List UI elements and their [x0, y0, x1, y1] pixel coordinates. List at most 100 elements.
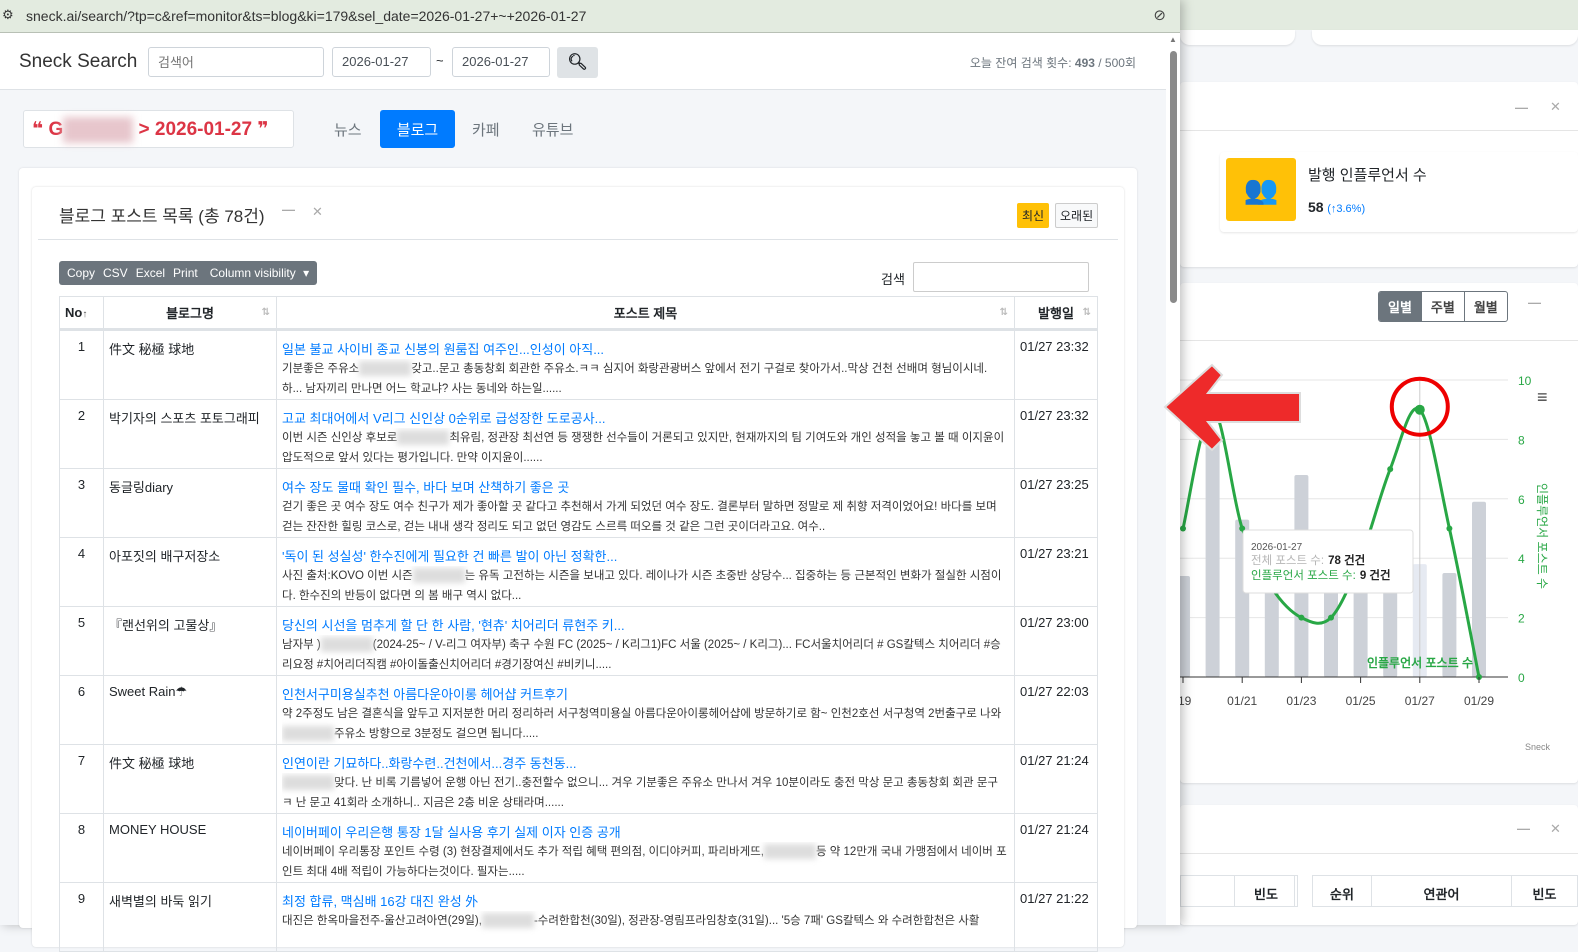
browser-bar — [1180, 0, 1578, 30]
row-no: 5 — [59, 606, 104, 676]
minimize-icon[interactable]: — — [282, 202, 295, 217]
table-row[interactable]: 4 아포짓의 배구저장소 '독이 된 성실성' 한수진에게 필요한 건 빠른 발이 … — [59, 537, 1098, 607]
scrollbar-thumb[interactable] — [1170, 51, 1177, 303]
table-search-input[interactable] — [913, 262, 1089, 292]
row-blog-name: 동글링diary — [103, 468, 277, 538]
blog-post-table: No↑ 블로그명 ⇅ 포스트 제목 ⇅ 발행일 ⇅ 1 件文 秘極 球地 일본 불교 사이… — [59, 296, 1098, 952]
row-blog-name: MONEY HOUSE — [103, 813, 277, 883]
data-point — [1446, 525, 1453, 532]
row-no: 8 — [59, 813, 104, 883]
post-title-link[interactable]: 당신의 시선을 멈추게 할 단 한 사람, '현츄' 치어리더 류현주 키... — [282, 615, 1009, 634]
tab-news[interactable]: 뉴스 — [320, 110, 376, 148]
post-title-link[interactable]: 일본 불교 사이비 종교 신봉의 원룸집 여주인...인성이 아직... — [282, 339, 1009, 358]
url-text[interactable]: sneck.ai/search/?tp=c&ref=monitor&ts=blo… — [26, 8, 586, 24]
row-blog-name: 박기자의 스포츠 포토그래피 — [103, 399, 277, 469]
row-post: 여수 장도 물때 확인 필수, 바다 보며 산책하기 좋은 곳걷기 좋은 곳 여… — [276, 468, 1015, 538]
summary-part: 기분좋은 주유소 — [282, 363, 360, 375]
address-bar[interactable]: ⚙ sneck.ai/search/?tp=c&ref=monitor&ts=b… — [0, 0, 1180, 33]
keyword-title: ❝ G > 2026-01-27 ❞ — [23, 110, 294, 148]
row-blog-name: 件文 秘極 球地 — [103, 744, 277, 814]
row-no: 1 — [59, 329, 104, 400]
column-visibility-button[interactable]: Column visibility ▾ — [202, 266, 313, 280]
post-title-link[interactable]: 인천서구미용실추천 아름다운아이롱 헤어샵 커트후기 — [282, 684, 1009, 703]
close-icon[interactable]: ✕ — [1550, 821, 1561, 837]
close-icon[interactable]: ✕ — [1550, 99, 1561, 115]
summary-part: 대진은 한옥마을전주-울산고려아연(29일), — [282, 915, 482, 927]
bar — [1324, 587, 1338, 677]
post-title-link[interactable]: 여수 장도 물때 확인 필수, 바다 보며 산책하기 좋은 곳 — [282, 477, 1009, 496]
tab-blog[interactable]: 블로그 — [380, 110, 455, 148]
eye-off-icon[interactable]: ⊘ — [1153, 6, 1166, 24]
print-button[interactable]: Print — [169, 266, 202, 280]
table-row[interactable]: 3 동글링diary 여수 장도 물때 확인 필수, 바다 보며 산책하기 좋은 곳… — [59, 468, 1098, 538]
data-point — [1387, 466, 1394, 473]
red-arrow-annotation — [1163, 363, 1301, 452]
table-row[interactable]: 5 『랜선위의 고물상』 당신의 시선을 멈추게 할 단 한 사람, '현츄' 치어… — [59, 606, 1098, 676]
row-date: 01/27 22:03 — [1014, 675, 1098, 745]
post-title-link[interactable]: 네이버페이 우리은행 통장 1달 실사용 후기 실제 이자 인증 공개 — [282, 822, 1009, 841]
minimize-icon[interactable]: — — [1517, 821, 1530, 836]
tab-youtube[interactable]: 유튜브 — [518, 110, 587, 148]
col-blog[interactable]: 블로그명 ⇅ — [103, 296, 277, 331]
bar — [1264, 587, 1279, 677]
site-settings-icon[interactable]: ⚙ — [2, 7, 14, 23]
related-panel: — ✕ 빈도 순위 연관어 빈도 — [1180, 805, 1578, 925]
users-icon: 👥 — [1226, 158, 1296, 221]
stat-label: 발행 인플루언서 수 — [1308, 167, 1427, 184]
column-visibility-label: Column visibility — [209, 266, 296, 280]
summary-part: 걷기 좋은 곳 여수 장도 여수 친구가 제가 좋아할 곳 같다고 추천해서 가… — [282, 501, 997, 533]
blurred-text — [397, 430, 450, 446]
search-input[interactable] — [148, 47, 324, 77]
x-tick-label: 01/23 — [1286, 694, 1316, 708]
bar — [1180, 576, 1190, 677]
close-icon[interactable]: ✕ — [312, 204, 323, 220]
y-tick-label: 8 — [1518, 433, 1525, 447]
col-freq: 빈도 — [1511, 875, 1578, 907]
post-title-link[interactable]: 고교 최대어에서 V리그 신인상 0순위로 급성장한 도로공사... — [282, 408, 1009, 427]
table-row[interactable]: 9 새벽별의 바둑 읽기 최정 합류, 맥심배 16강 대진 완성 外 대진은 한옥마… — [59, 882, 1098, 952]
csv-button[interactable]: CSV — [99, 266, 132, 280]
tab-cafe[interactable]: 카페 — [458, 110, 514, 148]
col-date[interactable]: 발행일 ⇅ — [1014, 296, 1098, 331]
post-title-link[interactable]: '독이 된 성실성' 한수진에게 필요한 건 빠른 발이 아닌 정확한... — [282, 546, 1009, 565]
scrollbar[interactable]: ▲ — [1166, 33, 1180, 925]
table-row[interactable]: 1 件文 秘極 球地 일본 불교 사이비 종교 신봉의 원룸집 여주인...인성이 … — [59, 329, 1098, 400]
keyword-date: > 2026-01-27 — [138, 119, 253, 141]
minimize-icon[interactable]: — — [1515, 100, 1528, 115]
col-no[interactable]: No↑ — [59, 296, 104, 331]
post-title-link[interactable]: 인연이란 기묘하다..화랑수련..건천에서...경주 동천동... — [282, 753, 1009, 772]
chart: 0 2 4 6 8 10/19 01/21 01/23 01/25 01/27 01/29 인플루언서… — [1180, 374, 1550, 752]
summary-part: 남자부 ) — [282, 639, 321, 651]
table-row[interactable]: 2 박기자의 스포츠 포토그래피 고교 최대어에서 V리그 신인상 0순위로 급성장… — [59, 399, 1098, 469]
col-blog-label: 블로그명 — [166, 306, 214, 321]
col-no-label: No — [65, 305, 83, 320]
y-axis-label: 인플루언서 포스트 수 — [1535, 483, 1549, 589]
row-post: 일본 불교 사이비 종교 신봉의 원룸집 여주인...인성이 아직... 기분좋은… — [276, 329, 1015, 400]
table-row[interactable]: 6 Sweet Rain☂ 인천서구미용실추천 아름다운아이롱 헤어샵 커트후기 약 … — [59, 675, 1098, 745]
row-date: 01/27 23:25 — [1014, 468, 1098, 538]
brand[interactable]: Sneck Search — [19, 51, 137, 73]
sort-newest-button[interactable]: 최신 — [1017, 203, 1050, 228]
col-title[interactable]: 포스트 제목 ⇅ — [276, 296, 1015, 331]
row-no: 4 — [59, 537, 104, 607]
table-row[interactable]: 7 件文 秘極 球地 인연이란 기묘하다..화랑수련..건천에서...경주 동천동.… — [59, 744, 1098, 814]
x-tick-label: /19 — [1180, 694, 1192, 708]
row-no: 2 — [59, 399, 104, 469]
tooltip-date: 2026-01-27 — [1251, 542, 1303, 553]
copy-button[interactable]: Copy — [63, 266, 99, 280]
blurred-text — [412, 568, 465, 584]
row-date: 01/27 21:24 — [1014, 744, 1098, 814]
content-card: 블로그 포스트 목록 (총 78건) — ✕ 최신 오래된 Copy CSV E… — [19, 168, 1137, 952]
row-no: 6 — [59, 675, 104, 745]
post-title-link[interactable]: 최정 합류, 맥심배 16강 대진 완성 外 — [282, 891, 1009, 910]
bar — [1353, 587, 1368, 677]
excel-button[interactable]: Excel — [132, 266, 169, 280]
row-post: '독이 된 성실성' 한수진에게 필요한 건 빠른 발이 아닌 정확한... 사진… — [276, 537, 1015, 607]
search-button[interactable]: 🔍︎ — [557, 47, 598, 78]
row-blog-name: 아포짓의 배구저장소 — [103, 537, 277, 607]
date-to-input[interactable]: 2026-01-27 — [452, 47, 550, 77]
sort-oldest-button[interactable]: 오래된 — [1055, 203, 1099, 228]
menu-icon: ≡ — [1537, 387, 1548, 407]
table-row[interactable]: 8 MONEY HOUSE 네이버페이 우리은행 통장 1달 실사용 후기 실제 이… — [59, 813, 1098, 883]
date-from-input[interactable]: 2026-01-27 — [332, 47, 431, 77]
